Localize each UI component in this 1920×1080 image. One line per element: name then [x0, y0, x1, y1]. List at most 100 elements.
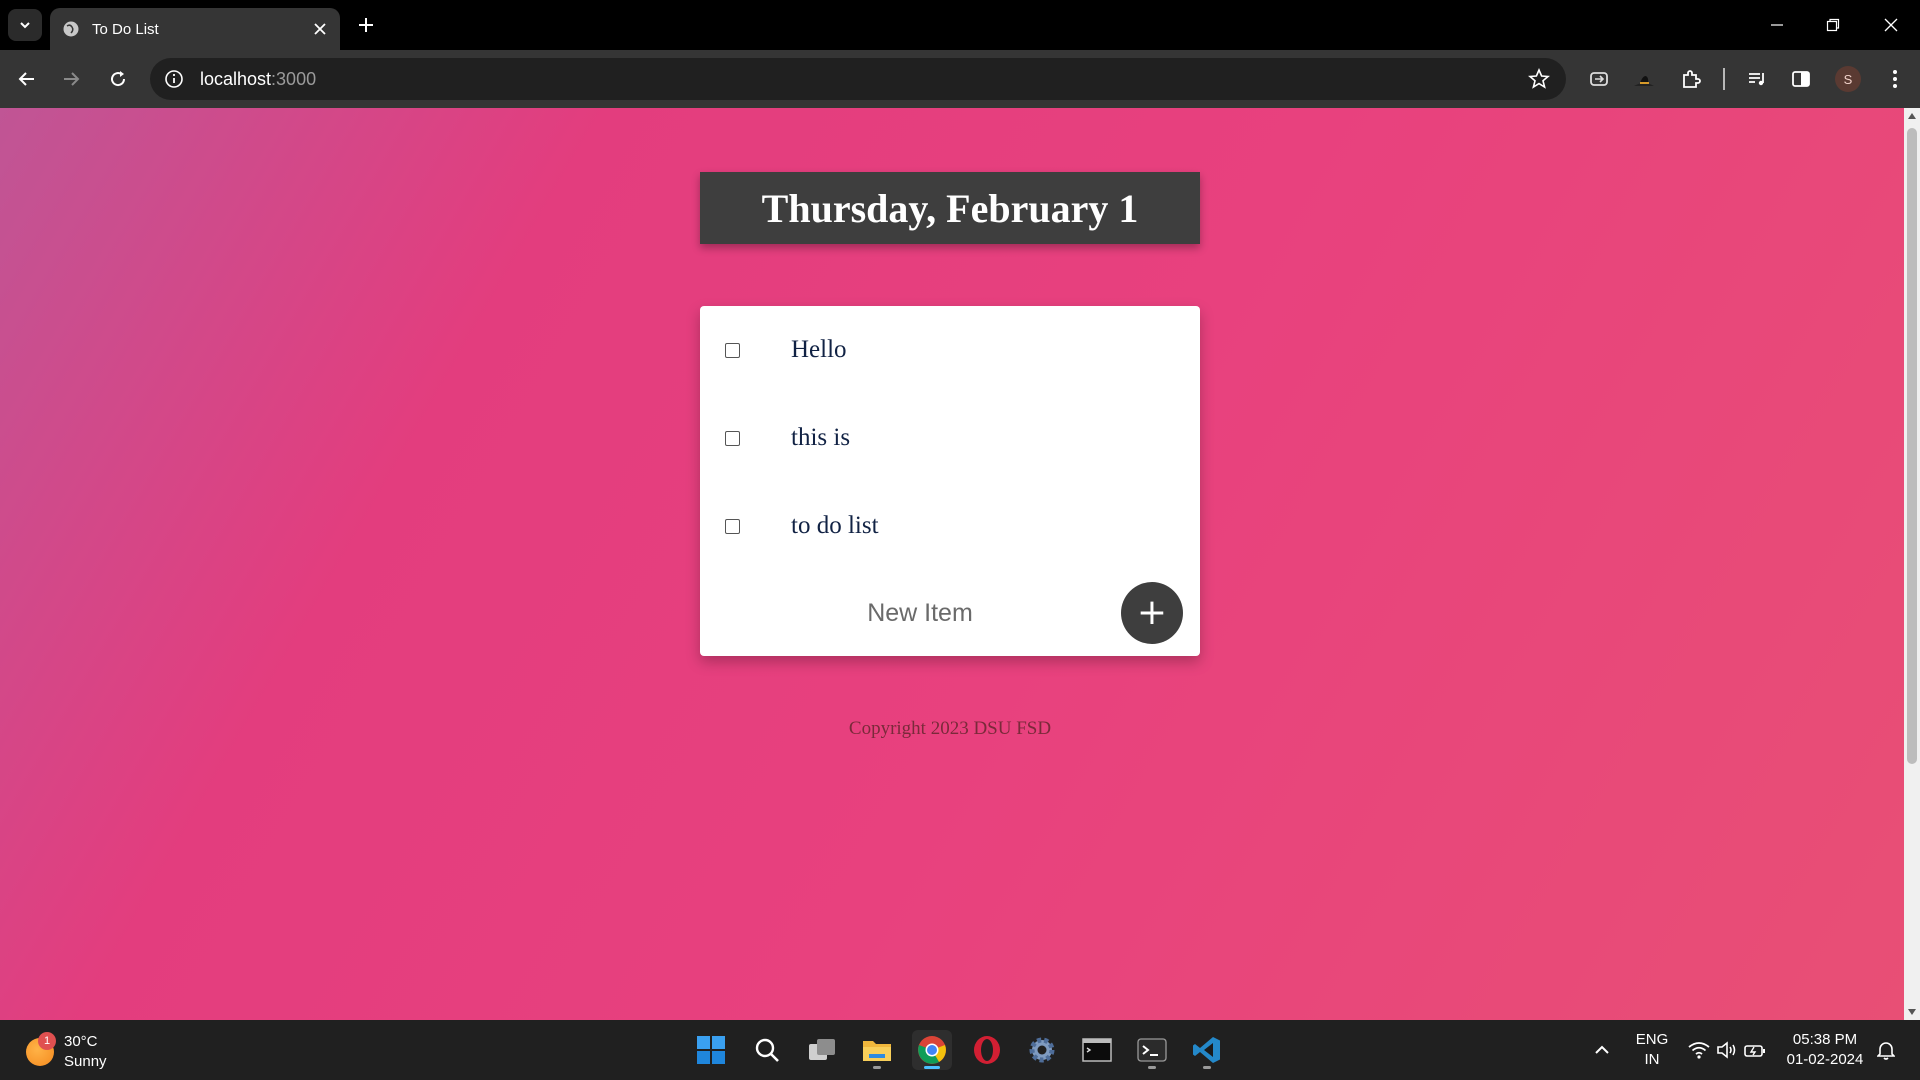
task-view-button[interactable]: [802, 1030, 842, 1070]
side-panel-button[interactable]: [1787, 65, 1815, 93]
folder-icon: [863, 1041, 891, 1061]
forward-button[interactable]: [56, 64, 86, 94]
profile-avatar[interactable]: S: [1835, 66, 1861, 92]
terminal-taskbar-button[interactable]: [1132, 1030, 1172, 1070]
address-bar[interactable]: localhost:3000: [150, 58, 1566, 100]
close-window-button[interactable]: [1876, 10, 1906, 40]
command-prompt-icon: [1082, 1038, 1112, 1062]
opera-taskbar-button[interactable]: [967, 1030, 1007, 1070]
page-viewport: Thursday, February 1 Hello this is to do…: [0, 108, 1904, 1020]
new-item-input[interactable]: [780, 592, 1060, 634]
scrollbar-thumb[interactable]: [1907, 128, 1917, 764]
scroll-up-arrow[interactable]: [1908, 113, 1916, 119]
running-indicator: [1203, 1066, 1211, 1069]
reload-button[interactable]: [103, 64, 133, 94]
copyright-footer: Copyright 2023 DSU FSD: [848, 718, 1052, 739]
item-checkbox[interactable]: [725, 342, 740, 358]
site-info-icon[interactable]: [164, 69, 184, 89]
settings-taskbar-button[interactable]: [1022, 1030, 1062, 1070]
toolbar-divider: [1723, 68, 1725, 90]
show-hidden-icons-button[interactable]: [1582, 1030, 1622, 1070]
new-item-form: +: [700, 570, 1200, 656]
media-control-button[interactable]: [1743, 65, 1771, 93]
list-item: this is: [700, 394, 1200, 482]
language-indicator[interactable]: ENG IN: [1630, 1030, 1674, 1070]
globe-icon: [63, 21, 79, 37]
tab-title: To Do List: [92, 20, 159, 38]
clock-date: 01-02-2024: [1786, 1051, 1864, 1068]
windows-logo-icon: [697, 1036, 725, 1064]
weather-widget[interactable]: 1 30°C Sunny: [26, 1032, 107, 1072]
browser-toolbar: localhost:3000: [0, 50, 1920, 108]
cmd-taskbar-button[interactable]: [1077, 1030, 1117, 1070]
item-checkbox[interactable]: [725, 430, 740, 446]
item-label: Hello: [791, 336, 847, 363]
list-item: Hello: [700, 306, 1200, 394]
plus-icon: [359, 18, 373, 32]
notifications-button[interactable]: [1866, 1030, 1906, 1070]
quick-settings-button[interactable]: [1685, 1030, 1769, 1070]
arrow-right-icon: [64, 72, 80, 86]
puzzle-icon: [1683, 70, 1701, 88]
more-vertical-icon: [1893, 70, 1897, 88]
browser-tab[interactable]: To Do List: [50, 8, 340, 50]
file-explorer-button[interactable]: [857, 1030, 897, 1070]
chrome-taskbar-button[interactable]: [912, 1030, 952, 1070]
list-item: to do list: [700, 482, 1200, 570]
clock-time: 05:38 PM: [1792, 1031, 1858, 1048]
volume-icon: [1717, 1041, 1736, 1059]
bookmark-star-icon[interactable]: [1528, 68, 1550, 90]
chrome-icon: [918, 1036, 946, 1064]
extension-sync-button[interactable]: [1585, 65, 1613, 93]
wifi-icon: [1688, 1042, 1710, 1059]
start-button[interactable]: [691, 1030, 731, 1070]
scroll-down-arrow[interactable]: [1908, 1009, 1916, 1015]
add-item-button[interactable]: +: [1121, 582, 1183, 644]
arrow-left-icon: [18, 72, 34, 86]
browser-tab-bar: To Do List: [0, 0, 1920, 50]
side-panel-icon: [1792, 71, 1810, 87]
item-label: to do list: [791, 512, 879, 539]
notification-badge: 1: [38, 1032, 56, 1050]
battery-icon: [1744, 1045, 1765, 1057]
chevron-up-icon: [1595, 1045, 1609, 1054]
weather-condition: Sunny: [64, 1053, 107, 1070]
chevron-down-icon: [20, 22, 30, 29]
extension-hat-button[interactable]: [1630, 65, 1658, 93]
minimize-icon: [1771, 24, 1783, 26]
new-tab-button[interactable]: [354, 13, 378, 37]
vscode-icon: [1193, 1037, 1220, 1063]
restore-button[interactable]: [1818, 10, 1848, 40]
sun-icon: 1: [26, 1032, 56, 1066]
gear-icon: [1029, 1037, 1055, 1063]
search-button[interactable]: [747, 1030, 787, 1070]
running-indicator: [924, 1066, 940, 1069]
back-button[interactable]: [12, 64, 42, 94]
reload-icon: [111, 71, 126, 87]
region-code: IN: [1644, 1051, 1660, 1068]
language-code: ENG: [1635, 1031, 1669, 1048]
extensions-button[interactable]: [1677, 65, 1705, 93]
search-icon: [755, 1038, 779, 1062]
item-checkbox[interactable]: [725, 518, 740, 534]
close-icon: [1884, 18, 1898, 32]
close-tab-icon[interactable]: [312, 21, 328, 37]
page-title: Thursday, February 1: [761, 185, 1139, 231]
vscode-taskbar-button[interactable]: [1187, 1030, 1227, 1070]
minimize-button[interactable]: [1762, 10, 1792, 40]
opera-icon: [974, 1036, 1000, 1064]
temperature: 30°C: [64, 1033, 98, 1050]
sync-icon: [1590, 72, 1608, 86]
url-port: :3000: [271, 68, 317, 89]
tab-search-button[interactable]: [8, 9, 42, 41]
running-indicator: [873, 1066, 881, 1069]
page-scrollbar[interactable]: [1904, 108, 1920, 1020]
chrome-menu-button[interactable]: [1881, 65, 1909, 93]
todo-card: Hello this is to do list +: [700, 306, 1200, 656]
hat-icon: [1634, 76, 1654, 86]
clock[interactable]: 05:38 PM 01-02-2024: [1780, 1030, 1870, 1070]
bell-icon: [1877, 1042, 1895, 1060]
playlist-icon: [1749, 73, 1764, 86]
terminal-icon: [1137, 1038, 1167, 1062]
item-label: this is: [791, 424, 851, 451]
